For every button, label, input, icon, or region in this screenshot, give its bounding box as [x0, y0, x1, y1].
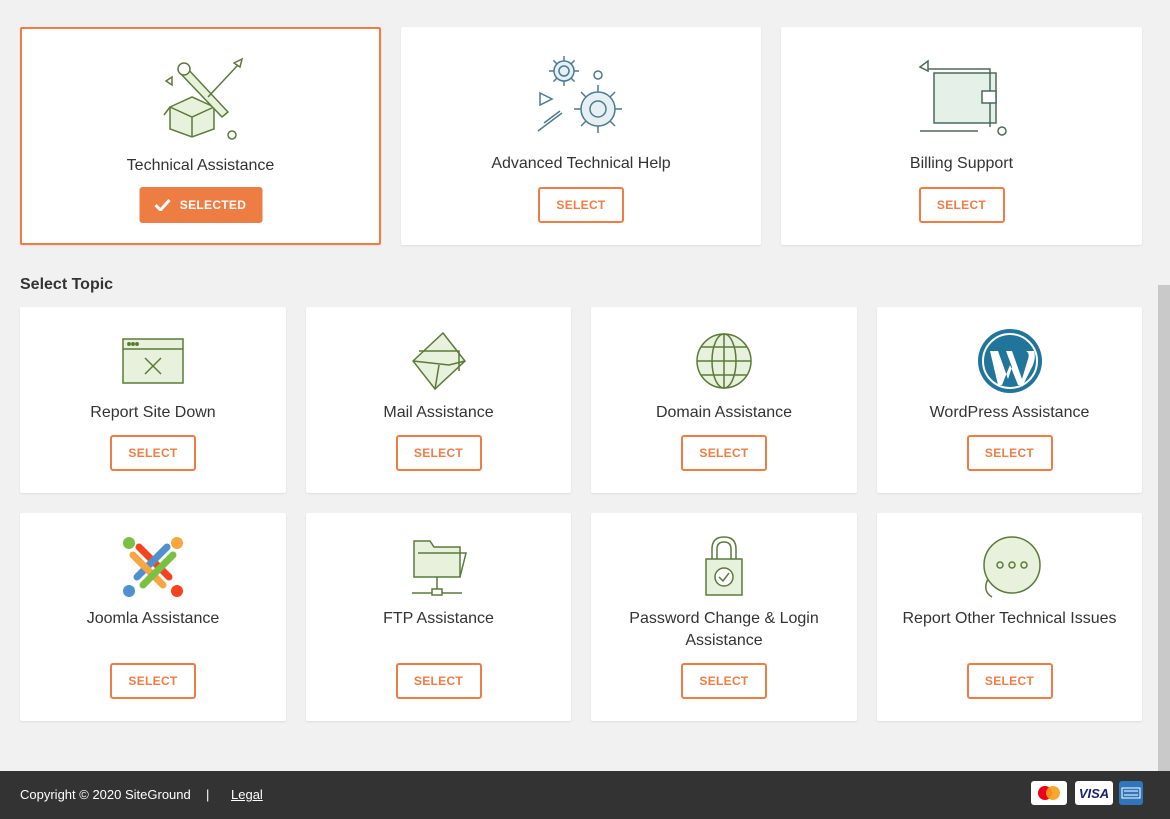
- topic-title: Report Site Down: [90, 404, 216, 421]
- card-title: Technical Assistance: [126, 157, 275, 174]
- topic-title: Password Change & Login Assistance: [629, 610, 819, 649]
- topic-joomla-assistance[interactable]: Joomla Assistance SELECT: [20, 513, 286, 721]
- copyright-text: Copyright © 2020 SiteGround: [20, 787, 191, 802]
- footer: Copyright © 2020 SiteGround | Legal VISA: [0, 771, 1170, 819]
- joomla-icon: [119, 533, 187, 601]
- tools-box-icon: [156, 57, 246, 143]
- legal-link[interactable]: Legal: [231, 787, 263, 802]
- topic-title: Domain Assistance: [655, 404, 793, 421]
- selected-button-label: SELECTED: [179, 198, 247, 212]
- card-title: Advanced Technical Help: [491, 155, 671, 172]
- topic-report-site-down[interactable]: Report Site Down SELECT: [20, 307, 286, 493]
- amex-icon: [1119, 781, 1143, 805]
- select-button[interactable]: SELECT: [538, 187, 624, 223]
- chat-dots-icon: [978, 533, 1042, 599]
- gears-icon: [536, 53, 626, 137]
- wallet-icon: [916, 57, 1008, 139]
- wordpress-icon: [977, 329, 1042, 393]
- card-technical-assistance[interactable]: Technical Assistance SELECTED: [20, 27, 381, 245]
- globe-icon: [694, 331, 754, 391]
- topic-password-change[interactable]: Password Change & Login Assistance SELEC…: [591, 513, 857, 721]
- card-billing-support[interactable]: Billing Support SELECT: [781, 27, 1142, 245]
- folder-network-icon: [410, 537, 468, 597]
- topic-report-other[interactable]: Report Other Technical Issues SELECT: [877, 513, 1142, 721]
- topic-ftp-assistance[interactable]: FTP Assistance SELECT: [306, 513, 571, 721]
- select-button[interactable]: SELECT: [110, 435, 196, 471]
- topic-title: Report Other Technical Issues: [902, 610, 1117, 627]
- select-button[interactable]: SELECT: [395, 435, 482, 471]
- select-button[interactable]: SELECT: [966, 435, 1053, 471]
- footer-separator: |: [206, 787, 210, 802]
- page-scrollbar[interactable]: [1158, 285, 1170, 771]
- envelope-icon: [409, 331, 469, 391]
- checkmark-icon: [154, 199, 171, 211]
- padlock-icon: [702, 535, 746, 597]
- topic-wordpress-assistance[interactable]: WordPress Assistance SELECT: [877, 307, 1142, 493]
- topic-mail-assistance[interactable]: Mail Assistance SELECT: [306, 307, 571, 493]
- browser-error-icon: [121, 337, 185, 385]
- section-title: Select Topic: [20, 276, 114, 293]
- select-button[interactable]: SELECT: [966, 663, 1053, 699]
- mastercard-icon: [1031, 781, 1067, 805]
- card-title: Billing Support: [909, 155, 1014, 172]
- select-button[interactable]: SELECT: [681, 663, 767, 699]
- topic-title: Joomla Assistance: [86, 610, 220, 627]
- visa-icon: VISA: [1075, 781, 1113, 805]
- selected-button[interactable]: SELECTED: [139, 187, 262, 223]
- select-button[interactable]: SELECT: [110, 663, 196, 699]
- topic-domain-assistance[interactable]: Domain Assistance SELECT: [591, 307, 857, 493]
- topic-title: FTP Assistance: [383, 610, 494, 627]
- card-advanced-technical-help[interactable]: Advanced Technical Help SELECT: [401, 27, 761, 245]
- topic-title: WordPress Assistance: [929, 404, 1090, 421]
- select-button[interactable]: SELECT: [681, 435, 767, 471]
- select-button[interactable]: SELECT: [395, 663, 482, 699]
- topic-title: Mail Assistance: [383, 404, 494, 421]
- select-button[interactable]: SELECT: [918, 187, 1005, 223]
